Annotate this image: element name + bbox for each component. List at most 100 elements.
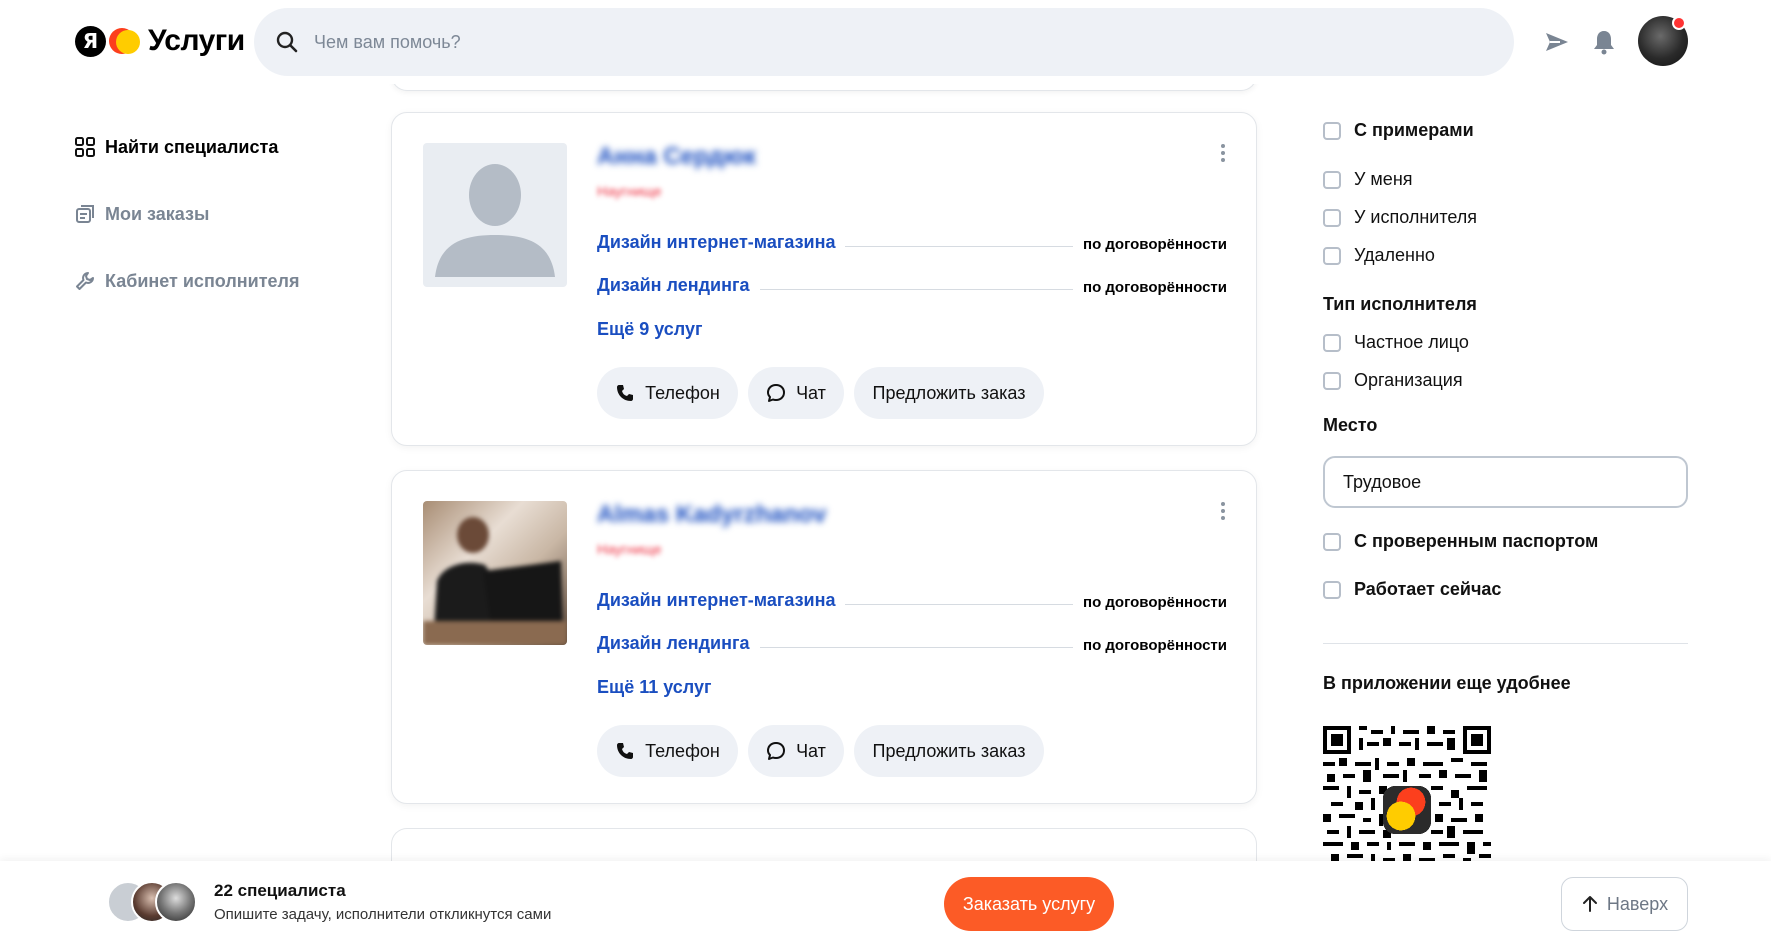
more-services-link[interactable]: Ещё 9 услуг bbox=[597, 319, 703, 340]
search-bar[interactable] bbox=[254, 8, 1514, 76]
filter-label: У меня bbox=[1354, 169, 1413, 189]
chat-button[interactable]: Чат bbox=[748, 367, 844, 419]
place-input[interactable]: Трудовое bbox=[1323, 456, 1688, 508]
scroll-top-button[interactable]: Наверх bbox=[1561, 877, 1688, 931]
checkbox[interactable] bbox=[1323, 246, 1341, 265]
phone-button-label: Телефон bbox=[645, 382, 720, 403]
filter-private-person[interactable]: Частное лицо bbox=[1323, 332, 1469, 353]
sidebar-item-label: Найти специалиста bbox=[105, 136, 279, 157]
checkbox[interactable] bbox=[1323, 170, 1341, 189]
offer-order-label: Предложить заказ bbox=[872, 382, 1026, 403]
wrench-icon bbox=[76, 272, 94, 290]
bell-icon[interactable] bbox=[1590, 28, 1618, 56]
service-row[interactable]: Дизайн интернет-магазина по договорённос… bbox=[597, 229, 1227, 253]
specialist-name[interactable]: Almas Kadyrzhanov bbox=[597, 501, 826, 529]
logo-ball-icon bbox=[109, 26, 140, 57]
sidebar-item-my-orders[interactable]: Мои заказы bbox=[75, 199, 300, 229]
filter-organization[interactable]: Организация bbox=[1323, 370, 1463, 391]
chat-icon bbox=[767, 742, 786, 760]
phone-icon bbox=[617, 385, 634, 401]
filter-with-examples[interactable]: С примерами bbox=[1323, 120, 1474, 141]
specialist-photo[interactable] bbox=[423, 143, 567, 287]
chat-button[interactable]: Чат bbox=[748, 725, 844, 777]
filter-location-remote[interactable]: Удаленно bbox=[1323, 245, 1435, 266]
executor-type-title: Тип исполнителя bbox=[1323, 294, 1477, 314]
checkbox[interactable] bbox=[1323, 580, 1341, 599]
offer-order-button[interactable]: Предложить заказ bbox=[854, 725, 1044, 777]
leader-line bbox=[759, 289, 1074, 290]
service-name[interactable]: Дизайн интернет-магазина bbox=[597, 232, 835, 253]
service-price: по договорённости bbox=[1083, 236, 1227, 253]
card-actions: Телефон Чат Предложить заказ bbox=[597, 367, 1044, 419]
search-input[interactable] bbox=[314, 31, 1314, 53]
service-name[interactable]: Дизайн лендинга bbox=[597, 633, 750, 654]
offer-order-label: Предложить заказ bbox=[872, 740, 1026, 761]
bottom-bar: 22 специалиста Опишите задачу, исполните… bbox=[0, 861, 1771, 941]
leader-line bbox=[845, 604, 1074, 605]
sidebar-item-executor-cabinet[interactable]: Кабинет исполнителя bbox=[75, 266, 300, 296]
arrow-up-icon bbox=[1582, 896, 1597, 912]
checkbox[interactable] bbox=[1323, 121, 1341, 140]
sidebar-item-find-specialist[interactable]: Найти специалиста bbox=[75, 132, 300, 162]
leader-line bbox=[845, 246, 1074, 247]
specialists-count: 22 специалиста bbox=[214, 881, 346, 900]
app-qr-code bbox=[1323, 726, 1491, 866]
sidebar-nav: Найти специалиста Мои заказы Кабинет исп… bbox=[75, 132, 300, 333]
specialist-subtitle: Наугнище bbox=[597, 541, 662, 557]
card-actions: Телефон Чат Предложить заказ bbox=[597, 725, 1044, 777]
phone-button[interactable]: Телефон bbox=[597, 367, 738, 419]
notification-dot bbox=[1672, 16, 1686, 30]
divider bbox=[1323, 643, 1688, 644]
more-services-link[interactable]: Ещё 11 услуг bbox=[597, 677, 712, 698]
specialist-photo[interactable] bbox=[423, 501, 567, 645]
more-vertical-icon[interactable] bbox=[1220, 501, 1226, 521]
chat-button-label: Чат bbox=[796, 740, 826, 761]
filter-location-executor[interactable]: У исполнителя bbox=[1323, 207, 1477, 228]
service-price: по договорённости bbox=[1083, 594, 1227, 611]
filter-verified-passport[interactable]: С проверенным паспортом bbox=[1323, 531, 1598, 552]
filter-works-now[interactable]: Работает сейчас bbox=[1323, 579, 1501, 600]
service-price: по договорённости bbox=[1083, 637, 1227, 654]
specialist-avatars bbox=[107, 881, 197, 925]
checkbox[interactable] bbox=[1323, 333, 1341, 352]
scroll-top-label: Наверх bbox=[1606, 893, 1669, 914]
filter-label: Частное лицо bbox=[1354, 332, 1469, 352]
specialist-subtitle: Наугнище bbox=[597, 183, 662, 199]
filter-label: У исполнителя bbox=[1354, 207, 1478, 227]
app-promo-title: В приложении еще удобнее bbox=[1323, 673, 1571, 693]
filter-label: Работает сейчас bbox=[1354, 579, 1502, 599]
service-name[interactable]: Дизайн интернет-магазина bbox=[597, 590, 835, 611]
more-vertical-icon[interactable] bbox=[1220, 143, 1226, 163]
checkbox[interactable] bbox=[1323, 532, 1341, 551]
service-name[interactable]: Дизайн лендинга bbox=[597, 275, 750, 296]
yandex-logo-mark: Я bbox=[75, 25, 106, 57]
service-row[interactable]: Дизайн лендинга по договорённости bbox=[597, 630, 1227, 654]
sidebar-item-label: Кабинет исполнителя bbox=[105, 270, 300, 291]
logo-text: Услуги bbox=[148, 24, 245, 57]
checkbox[interactable] bbox=[1323, 371, 1341, 390]
phone-button-label: Телефон bbox=[645, 740, 720, 761]
leader-line bbox=[759, 647, 1074, 648]
service-row[interactable]: Дизайн лендинга по договорённости bbox=[597, 272, 1227, 296]
filter-label: Удаленно bbox=[1354, 245, 1435, 265]
sidebar-item-label: Мои заказы bbox=[105, 203, 210, 224]
checkbox[interactable] bbox=[1323, 208, 1341, 227]
filter-label: С примерами bbox=[1354, 120, 1474, 140]
order-service-button[interactable]: Заказать услугу bbox=[944, 877, 1114, 931]
specialist-card: Almas Kadyrzhanov Наугнище Дизайн интерн… bbox=[391, 470, 1257, 804]
avatar bbox=[155, 881, 197, 923]
yandex-uslugi-logo[interactable]: Я Услуги bbox=[75, 24, 245, 58]
phone-button[interactable]: Телефон bbox=[597, 725, 738, 777]
service-row[interactable]: Дизайн интернет-магазина по договорённос… bbox=[597, 587, 1227, 611]
chat-icon bbox=[767, 384, 786, 402]
offer-order-button[interactable]: Предложить заказ bbox=[854, 367, 1044, 419]
specialist-photo-image bbox=[423, 517, 567, 645]
specialist-name[interactable]: Анна Сердюк bbox=[597, 143, 756, 171]
send-icon[interactable] bbox=[1543, 28, 1571, 56]
filter-label: Организация bbox=[1354, 370, 1463, 390]
filter-location-me[interactable]: У меня bbox=[1323, 169, 1413, 190]
footer-description: Опишите задачу, исполнители откликнутся … bbox=[214, 906, 552, 923]
specialist-card: Анна Сердюк Наугнище Дизайн интернет-маг… bbox=[391, 112, 1257, 446]
search-icon bbox=[276, 31, 298, 53]
phone-icon bbox=[617, 743, 634, 759]
